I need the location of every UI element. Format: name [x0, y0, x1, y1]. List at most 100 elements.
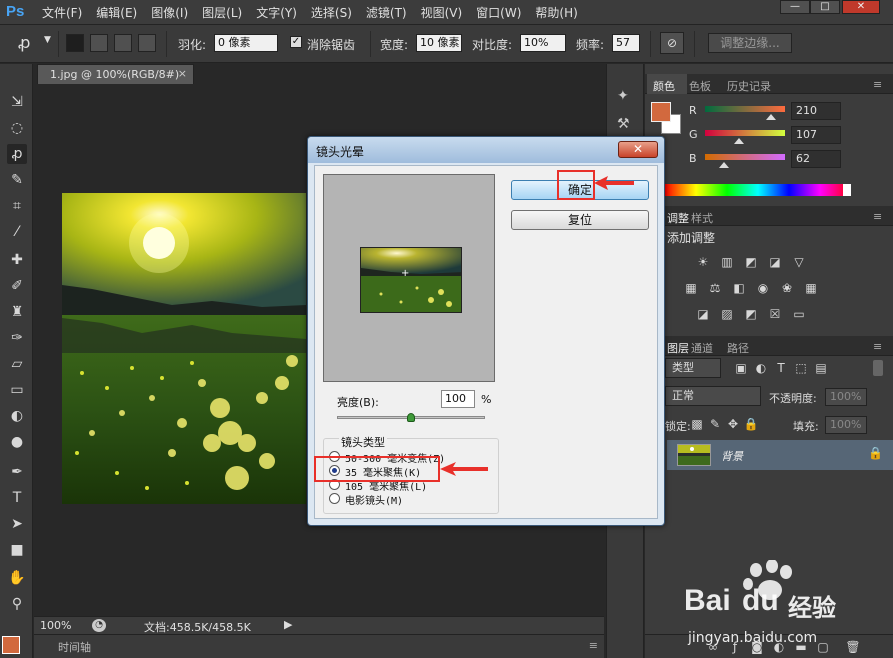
channel-r-slider[interactable]: [705, 106, 785, 112]
menu-layer[interactable]: 图层(L): [202, 4, 242, 21]
menu-filter[interactable]: 滤镜(T): [366, 4, 407, 21]
filter-adjustment-icon[interactable]: ◐: [753, 360, 769, 376]
opacity-input[interactable]: 100%: [825, 388, 867, 406]
crop-tool-icon[interactable]: ⌗: [7, 196, 27, 216]
filter-toggle[interactable]: [873, 360, 883, 376]
dialog-titlebar[interactable]: 镜头光晕 ✕: [308, 137, 664, 163]
lock-position-icon[interactable]: ✥: [725, 416, 741, 432]
menu-help[interactable]: 帮助(H): [535, 4, 577, 21]
filter-shape-icon[interactable]: ⬚: [793, 360, 809, 376]
menu-window[interactable]: 窗口(W): [476, 4, 521, 21]
fill-input[interactable]: 100%: [825, 416, 867, 434]
tab-swatches[interactable]: 色板: [689, 78, 711, 94]
tab-adjustments[interactable]: 调整: [667, 210, 689, 226]
menu-edit[interactable]: 编辑(E): [96, 4, 137, 21]
threshold-icon[interactable]: ◩: [743, 306, 759, 322]
tab-color[interactable]: 颜色: [653, 78, 675, 94]
blur-tool-icon[interactable]: ◐: [7, 406, 27, 426]
status-menu-arrow-icon[interactable]: ▶: [284, 618, 292, 631]
eraser-tool-icon[interactable]: ▱: [7, 354, 27, 374]
exposure-icon[interactable]: ◪: [767, 254, 783, 270]
menu-image[interactable]: 图像(I): [151, 4, 188, 21]
lasso-tool-icon[interactable]: ꝓ: [7, 144, 27, 164]
pen-pressure-icon[interactable]: ⊘: [660, 32, 684, 54]
levels-icon[interactable]: ▥: [719, 254, 735, 270]
pen-tool-icon[interactable]: ✒: [7, 462, 27, 482]
black-white-icon[interactable]: ◧: [731, 280, 747, 296]
brightness-contrast-icon[interactable]: ☀: [695, 254, 711, 270]
tab-layers[interactable]: 图层: [667, 340, 689, 356]
vibrance-icon[interactable]: ▽: [791, 254, 807, 270]
menu-type[interactable]: 文字(Y): [256, 4, 297, 21]
new-selection-button[interactable]: [66, 34, 84, 52]
color-balance-icon[interactable]: ⚖: [707, 280, 723, 296]
path-select-tool-icon[interactable]: ➤: [7, 514, 27, 534]
close-window-button[interactable]: ✕: [842, 0, 880, 14]
dodge-tool-icon[interactable]: ●: [7, 432, 27, 452]
tool-preset-icon[interactable]: ⚒: [617, 116, 630, 132]
flare-center-crosshair-icon[interactable]: +: [401, 268, 409, 279]
channel-b-slider[interactable]: [705, 154, 785, 160]
rectangle-tool-icon[interactable]: ■: [7, 540, 27, 560]
filter-pixel-icon[interactable]: ▣: [733, 360, 749, 376]
subtract-selection-button[interactable]: [114, 34, 132, 52]
dialog-close-button[interactable]: ✕: [618, 141, 658, 158]
layer-kind-filter[interactable]: 类型: [665, 358, 721, 378]
radio-button[interactable]: [329, 493, 340, 504]
contrast-input[interactable]: 10%: [520, 34, 566, 52]
feather-input[interactable]: 0 像素: [214, 34, 278, 52]
history-brush-tool-icon[interactable]: ✑: [7, 328, 27, 348]
channel-b-thumb[interactable]: [719, 162, 730, 168]
tab-styles[interactable]: 样式: [691, 210, 713, 226]
color-lookup-icon[interactable]: ▦: [803, 280, 819, 296]
foreground-color-swatch[interactable]: [2, 636, 20, 654]
gradient-tool-icon[interactable]: ▭: [7, 380, 27, 400]
reset-button[interactable]: 复位: [511, 210, 649, 230]
panel-menu-icon[interactable]: ≡: [873, 340, 882, 353]
zoom-level[interactable]: 100%: [40, 619, 71, 632]
channel-r-thumb[interactable]: [765, 114, 776, 120]
lock-image-icon[interactable]: ✎: [707, 416, 723, 432]
brightness-input[interactable]: 100: [441, 390, 475, 408]
move-tool-icon[interactable]: ⇲: [7, 92, 27, 112]
panel-menu-icon[interactable]: ≡: [589, 639, 598, 652]
tab-history[interactable]: 历史记录: [727, 78, 771, 94]
brightness-slider-thumb[interactable]: [407, 413, 415, 422]
tab-channels[interactable]: 通道: [691, 340, 713, 356]
foreground-color-box[interactable]: [651, 102, 671, 122]
hand-tool-icon[interactable]: ✋: [7, 568, 27, 588]
status-info-icon[interactable]: ◔: [92, 619, 106, 632]
menu-select[interactable]: 选择(S): [311, 4, 352, 21]
channel-b-input[interactable]: 62: [791, 150, 841, 168]
hue-saturation-icon[interactable]: ▦: [683, 280, 699, 296]
marquee-tool-icon[interactable]: ◌: [7, 118, 27, 138]
gradient-map-icon[interactable]: ▭: [791, 306, 807, 322]
channel-g-thumb[interactable]: [733, 138, 744, 144]
photo-filter-icon[interactable]: ◉: [755, 280, 771, 296]
clone-stamp-tool-icon[interactable]: ♜: [7, 302, 27, 322]
posterize-icon[interactable]: ▨: [719, 306, 735, 322]
blend-mode-dropdown[interactable]: 正常: [665, 386, 761, 406]
channel-r-input[interactable]: 210: [791, 102, 841, 120]
menu-view[interactable]: 视图(V): [421, 4, 463, 21]
invert-icon[interactable]: ◪: [695, 306, 711, 322]
spectrum-white-swatch[interactable]: [843, 184, 851, 196]
chevron-down-icon[interactable]: ▼: [44, 35, 51, 45]
layer-row-background[interactable]: 背景 🔒: [667, 440, 893, 470]
maximize-button[interactable]: □: [810, 0, 840, 14]
zoom-tool-icon[interactable]: ⚲: [7, 594, 27, 614]
antialias-checkbox[interactable]: ✓: [290, 36, 302, 48]
color-spectrum-bar[interactable]: [665, 184, 851, 196]
flare-preview-thumbnail[interactable]: +: [360, 247, 462, 313]
layer-lock-icon[interactable]: 🔒: [868, 446, 883, 460]
channel-g-input[interactable]: 107: [791, 126, 841, 144]
channel-g-slider[interactable]: [705, 130, 785, 136]
brush-preset-icon[interactable]: ✦: [617, 88, 629, 104]
intersect-selection-button[interactable]: [138, 34, 156, 52]
width-input[interactable]: 10 像素: [416, 34, 462, 52]
tab-paths[interactable]: 路径: [727, 340, 749, 356]
minimize-button[interactable]: —: [780, 0, 810, 14]
timeline-tab[interactable]: 时间轴: [58, 639, 91, 655]
layer-name[interactable]: 背景: [721, 448, 743, 464]
menu-file[interactable]: 文件(F): [42, 4, 82, 21]
